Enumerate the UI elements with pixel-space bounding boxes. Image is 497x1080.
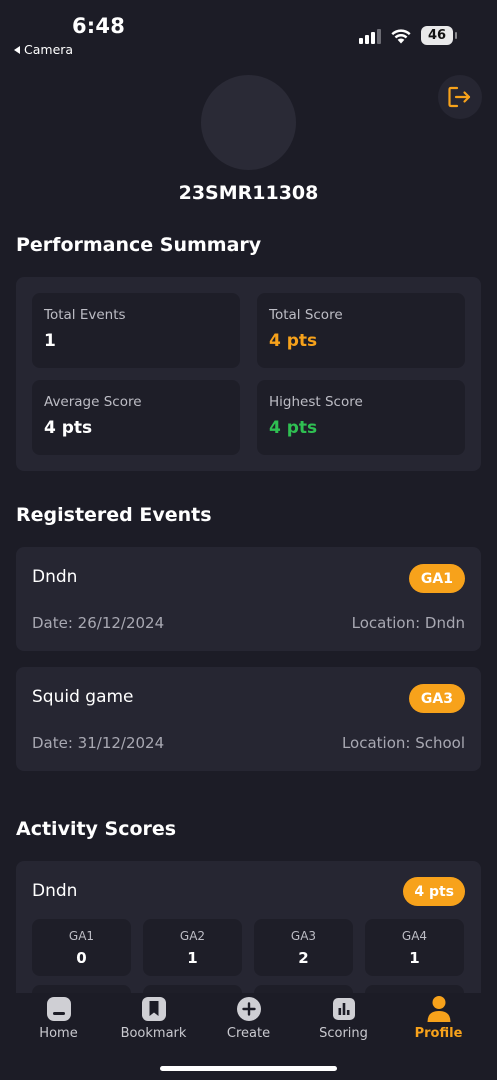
username: 23SMR11308 <box>178 182 319 204</box>
event-date: Date: 31/12/2024 <box>32 734 165 752</box>
person-icon <box>425 995 453 1023</box>
stat-average-score: Average Score 4 pts <box>32 380 240 455</box>
ga-score-box: GA4 1 <box>365 919 464 976</box>
ga-value: 1 <box>409 948 420 967</box>
stat-label: Total Events <box>44 307 126 323</box>
stat-value: 4 pts <box>44 418 93 438</box>
registered-events-title: Registered Events <box>16 504 212 526</box>
ga-label: GA4 <box>401 928 428 943</box>
event-group-badge: GA1 <box>408 564 465 593</box>
ga-label: GA3 <box>290 928 317 943</box>
nav-label: Home <box>39 1026 78 1041</box>
stat-value: 4 pts <box>269 331 318 351</box>
nav-label: Bookmark <box>120 1026 187 1041</box>
ga-score-box: GA1 0 <box>32 919 131 976</box>
cellular-signal-icon <box>359 28 381 44</box>
nav-profile[interactable]: Profile <box>391 993 486 1041</box>
nav-create[interactable]: Create <box>201 993 296 1041</box>
logout-button[interactable] <box>438 75 482 119</box>
back-app-label: Camera <box>24 42 74 57</box>
nav-bookmark[interactable]: Bookmark <box>106 993 201 1041</box>
ga-value: 1 <box>187 948 198 967</box>
activity-score-card[interactable]: Dndn 4 pts GA1 0 GA2 1 GA3 2 GA4 1 <box>16 861 481 1001</box>
stat-value: 1 <box>44 331 56 351</box>
activity-name: Dndn <box>32 881 78 901</box>
avatar[interactable] <box>201 75 296 170</box>
back-arrow-icon <box>14 45 20 54</box>
activity-scores-title: Activity Scores <box>16 818 177 840</box>
activity-points-badge: 4 pts <box>403 877 465 906</box>
wifi-icon <box>391 29 411 44</box>
back-to-app-button[interactable]: Camera <box>14 42 73 57</box>
status-time: 6:48 <box>72 14 126 38</box>
stat-value: 4 pts <box>269 418 318 438</box>
battery-icon: 46 <box>421 26 457 45</box>
logout-icon <box>448 86 471 108</box>
event-card[interactable]: Dndn GA1 Date: 26/12/2024 Location: Dndn <box>16 547 481 651</box>
event-group-badge: GA3 <box>408 684 465 713</box>
ga-label: GA2 <box>179 928 206 943</box>
event-date: Date: 26/12/2024 <box>32 614 165 632</box>
stat-total-events: Total Events 1 <box>32 293 240 368</box>
ga-label: GA1 <box>68 928 95 943</box>
bookmark-icon <box>140 995 168 1023</box>
nav-label: Scoring <box>319 1026 368 1041</box>
status-icons: 46 <box>359 26 457 45</box>
event-name: Dndn <box>32 567 78 587</box>
plus-circle-icon <box>235 995 263 1023</box>
ga-score-row: GA1 0 GA2 1 GA3 2 GA4 1 <box>32 919 464 976</box>
event-name: Squid game <box>32 687 134 707</box>
home-icon <box>45 995 73 1023</box>
event-location: Location: School <box>341 734 465 752</box>
stat-label: Average Score <box>44 394 142 410</box>
ga-value: 0 <box>76 948 87 967</box>
ga-score-box: GA2 1 <box>143 919 242 976</box>
stat-label: Total Score <box>269 307 343 323</box>
event-location: Location: Dndn <box>351 614 465 632</box>
stat-label: Highest Score <box>269 394 363 410</box>
stat-total-score: Total Score 4 pts <box>257 293 465 368</box>
nav-label: Create <box>226 1026 271 1041</box>
ga-score-box: GA3 2 <box>254 919 353 976</box>
stat-highest-score: Highest Score 4 pts <box>257 380 465 455</box>
bar-chart-icon <box>330 995 358 1023</box>
profile-screen: 6:48 Camera 46 23SMR11308 Performance Su… <box>0 0 497 1080</box>
performance-summary-title: Performance Summary <box>16 234 262 256</box>
nav-label: Profile <box>414 1026 463 1041</box>
performance-summary-card: Total Events 1 Total Score 4 pts Average… <box>16 277 481 471</box>
ga-value: 2 <box>298 948 309 967</box>
nav-scoring[interactable]: Scoring <box>296 993 391 1041</box>
event-card[interactable]: Squid game GA3 Date: 31/12/2024 Location… <box>16 667 481 771</box>
home-indicator[interactable] <box>160 1066 337 1071</box>
nav-home[interactable]: Home <box>11 993 106 1041</box>
status-bar: 6:48 Camera 46 <box>0 0 497 64</box>
